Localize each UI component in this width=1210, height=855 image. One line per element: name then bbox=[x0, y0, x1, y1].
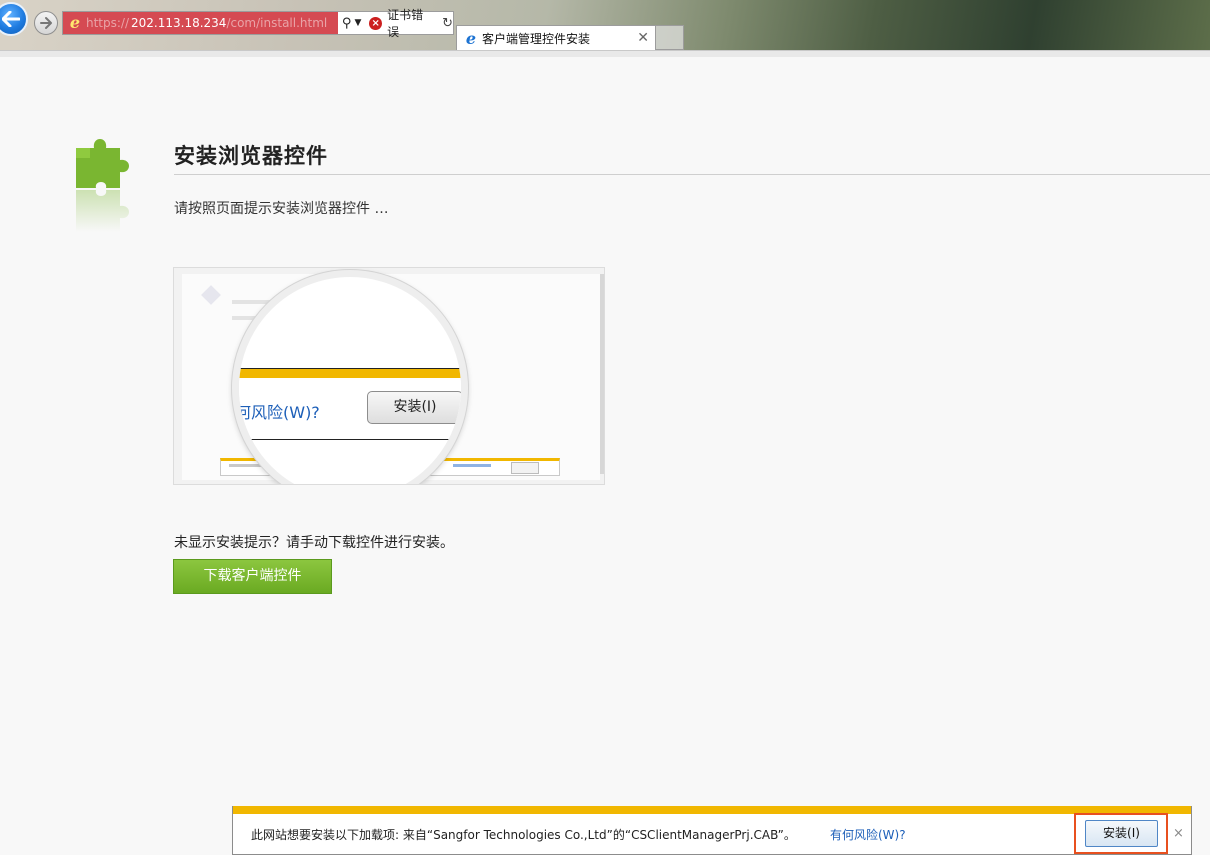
url-host: 202.113.18.234 bbox=[131, 16, 227, 30]
infobar-install-button[interactable]: 安装(I) bbox=[1085, 820, 1158, 847]
forward-button[interactable] bbox=[34, 11, 58, 35]
toolbar-divider bbox=[0, 50, 1210, 57]
tab-title: 客户端管理控件安装 bbox=[482, 32, 591, 46]
magnified-infobar: 何风险(W)? 安装(I) bbox=[239, 368, 461, 440]
forward-arrow-icon bbox=[40, 17, 52, 29]
install-illustration: 何风险(W)? 安装(I) bbox=[173, 267, 605, 485]
tab-close-icon[interactable]: ✕ bbox=[637, 30, 649, 46]
illustration-logo bbox=[201, 285, 221, 305]
install-hint: 未显示安装提示？请手动下载控件进行安装。 bbox=[174, 535, 454, 551]
url-protocol: https:// bbox=[86, 16, 130, 30]
magnified-install-button: 安装(I) bbox=[367, 391, 461, 424]
page-title: 安装浏览器控件 bbox=[174, 144, 328, 168]
new-tab-button[interactable] bbox=[656, 25, 684, 50]
tab-active[interactable]: e 客户端管理控件安装 ✕ bbox=[456, 25, 656, 51]
magnified-yellow-strip bbox=[239, 369, 461, 378]
back-button[interactable] bbox=[0, 2, 28, 36]
illustration-infobar-button bbox=[511, 462, 539, 474]
address-bar[interactable]: e https:// 202.113.18.234 /com/install.h… bbox=[62, 8, 454, 39]
browser-toolbar: e https:// 202.113.18.234 /com/install.h… bbox=[0, 0, 1210, 56]
dropdown-arrow-icon[interactable]: ▼ bbox=[354, 18, 361, 28]
infobar-close-icon[interactable]: × bbox=[1173, 826, 1184, 841]
infobar-risk-link[interactable]: 有何风险(W)? bbox=[830, 826, 906, 843]
refresh-icon[interactable]: ↻ bbox=[442, 16, 453, 31]
url-field[interactable]: e https:// 202.113.18.234 /com/install.h… bbox=[63, 12, 338, 34]
title-divider bbox=[174, 174, 1210, 175]
illustration-infobar-link bbox=[453, 464, 491, 467]
url-path: /com/install.html bbox=[226, 16, 328, 30]
search-icon[interactable]: ⚲ bbox=[342, 16, 352, 31]
ie-logo-icon: e bbox=[69, 13, 81, 32]
certificate-error-button[interactable]: × 证书错误 bbox=[369, 6, 434, 40]
magnified-risk-link: 何风险(W)? bbox=[235, 403, 320, 422]
error-x-icon: × bbox=[369, 16, 383, 30]
infobar-message: 此网站想要安装以下加载项: 来自“Sangfor Technologies Co… bbox=[251, 828, 796, 842]
puzzle-piece-icon bbox=[76, 139, 129, 232]
tab-ie-icon: e bbox=[465, 28, 477, 48]
download-client-button[interactable]: 下载客户端控件 bbox=[173, 559, 332, 594]
certificate-error-label: 证书错误 bbox=[387, 8, 424, 39]
address-tools: ⚲ ▼ × 证书错误 ↻ bbox=[338, 8, 453, 39]
addon-install-infobar: 此网站想要安装以下加载项: 来自“Sangfor Technologies Co… bbox=[232, 806, 1192, 855]
page-subtitle: 请按照页面提示安装浏览器控件 … bbox=[174, 201, 389, 217]
infobar-yellow-strip bbox=[233, 806, 1191, 814]
back-arrow-icon bbox=[2, 11, 20, 27]
illustration-scrollbar bbox=[600, 274, 604, 474]
